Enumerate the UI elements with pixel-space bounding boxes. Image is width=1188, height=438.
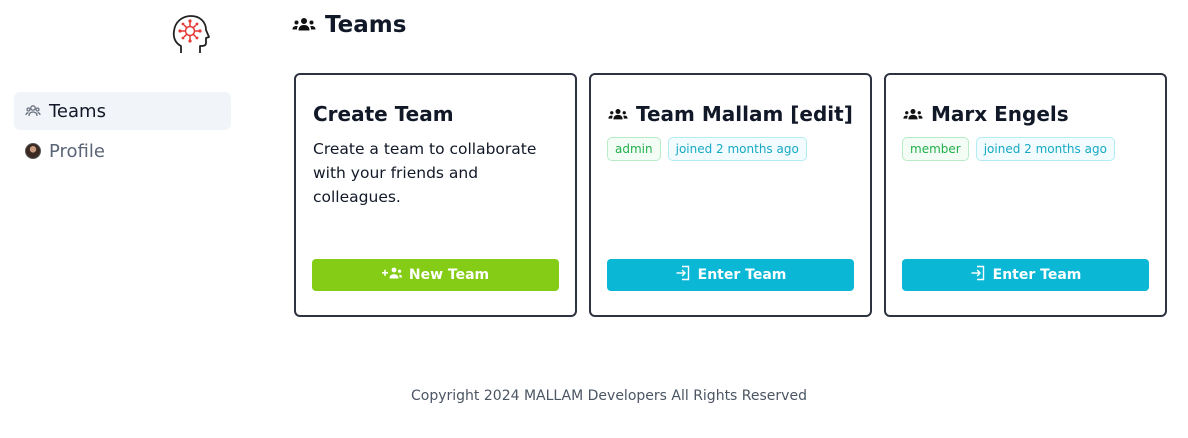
avatar <box>25 143 41 159</box>
enter-team-button[interactable]: Enter Team <box>607 259 854 291</box>
create-team-card: Create Team Create a team to collaborate… <box>294 73 577 317</box>
card-title: Team Mallam [edit] <box>608 102 853 126</box>
enter-team-button[interactable]: Enter Team <box>902 259 1149 291</box>
users-icon <box>903 102 923 126</box>
app-root: Teams Profile Teams Create Team Create a… <box>0 0 1188 438</box>
button-label: New Team <box>408 267 490 283</box>
role-badge: admin <box>607 137 661 161</box>
users-icon <box>25 103 41 119</box>
new-team-button[interactable]: New Team <box>312 259 559 291</box>
footer-copyright: Copyright 2024 MALLAM Developers All Rig… <box>411 388 807 404</box>
users-icon <box>608 102 628 126</box>
card-title: Marx Engels <box>903 102 1069 126</box>
head-circuit-icon[interactable] <box>171 13 211 57</box>
badge-group: admin joined 2 months ago <box>607 137 807 161</box>
badge-group: member joined 2 months ago <box>902 137 1115 161</box>
sidebar-item-profile[interactable]: Profile <box>14 132 231 170</box>
card-title-text[interactable]: Team Mallam [edit] <box>636 102 853 126</box>
card-title-text: Create Team <box>313 102 454 126</box>
joined-badge: joined 2 months ago <box>667 137 807 161</box>
page-title-text: Teams <box>325 12 407 38</box>
sidebar-item-teams[interactable]: Teams <box>14 92 231 130</box>
users-icon <box>292 12 316 38</box>
button-label: Enter Team <box>992 267 1082 283</box>
role-badge: member <box>902 137 969 161</box>
card-title-text: Marx Engels <box>931 102 1069 126</box>
team-card: Marx Engels member joined 2 months ago E… <box>884 73 1167 317</box>
card-description: Create a team to collaborate with your f… <box>313 140 537 206</box>
team-card: Team Mallam [edit] admin joined 2 months… <box>589 73 872 317</box>
joined-badge: joined 2 months ago <box>975 137 1115 161</box>
sign-in-icon <box>970 265 986 285</box>
button-label: Enter Team <box>697 267 787 283</box>
sidebar-item-label: Teams <box>49 100 106 122</box>
user-plus-icon <box>381 266 402 284</box>
card-title: Create Team <box>313 102 454 126</box>
sign-in-icon <box>675 265 691 285</box>
sidebar-item-label: Profile <box>49 140 105 162</box>
page-title: Teams <box>292 12 406 38</box>
